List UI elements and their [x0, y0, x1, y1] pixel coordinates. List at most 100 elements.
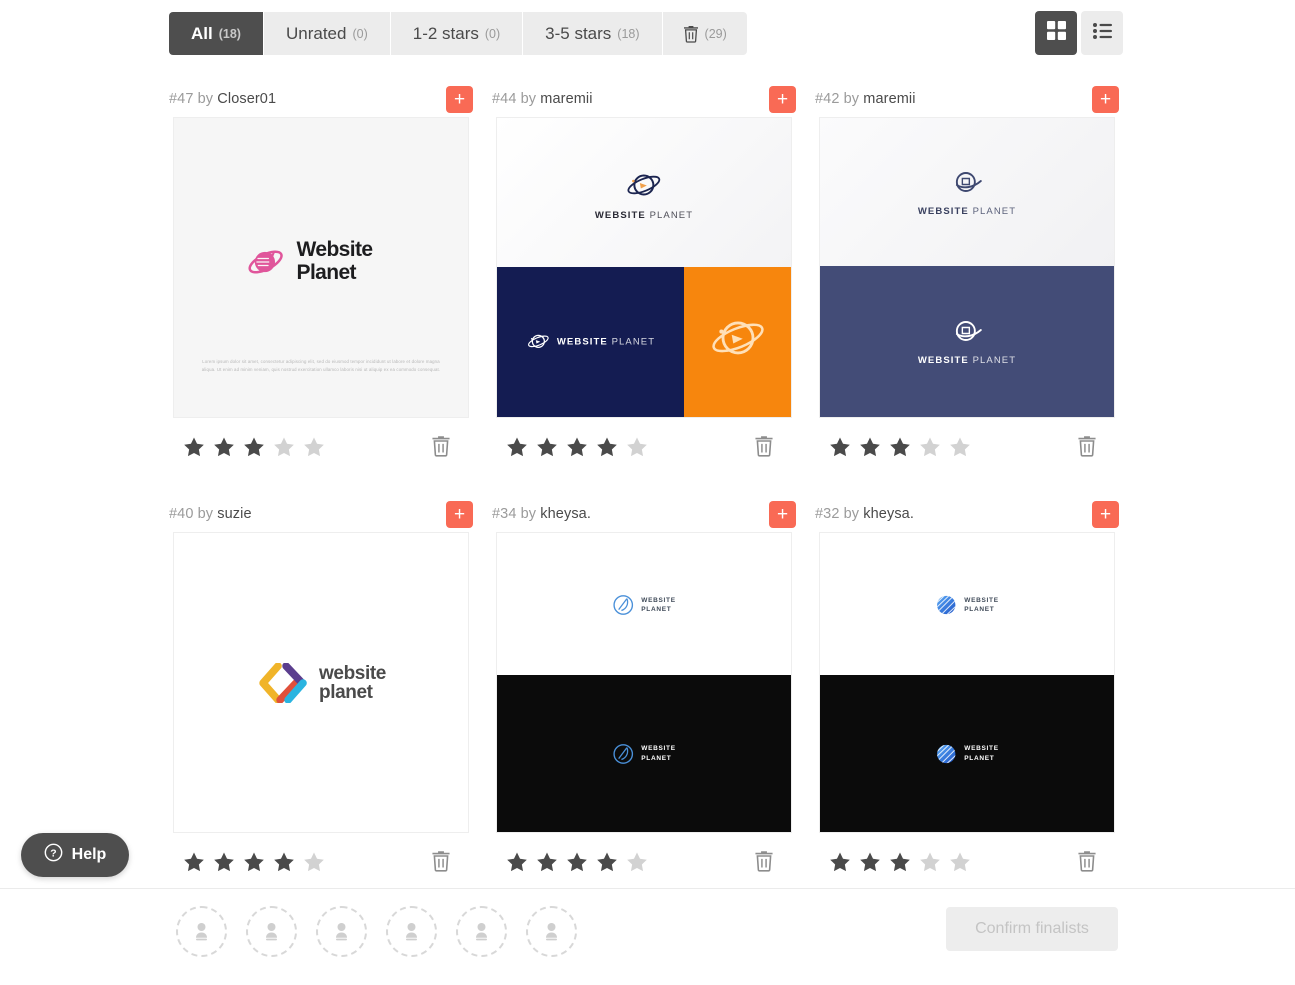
filter-tab-all[interactable]: All (18) [169, 12, 264, 55]
filled-sphere-icon [937, 595, 956, 615]
star-filled-icon[interactable] [829, 436, 851, 458]
design-card-header: #42 by maremii + [815, 81, 1119, 117]
design-thumbnail[interactable]: Website Planet Lorem ipsum dolor sit ame… [173, 117, 469, 418]
delete-design-button[interactable] [431, 435, 453, 459]
person-placeholder-icon [546, 923, 557, 941]
finalist-slot[interactable] [386, 906, 437, 957]
delete-design-button[interactable] [754, 435, 776, 459]
filter-tab-unrated[interactable]: Unrated (0) [263, 12, 391, 55]
design-logo-text-bold: WEBSITE [556, 336, 608, 348]
star-filled-icon[interactable] [889, 436, 911, 458]
star-filled-icon[interactable] [566, 436, 588, 458]
delete-design-button[interactable] [1077, 850, 1099, 874]
design-card-title: #42 by maremii [815, 91, 916, 107]
design-thumbnail[interactable]: WEBSITE PLANET WEBSITE PLANET [819, 117, 1115, 418]
star-filled-icon[interactable] [506, 436, 528, 458]
filter-tab-3-5-stars[interactable]: 3-5 stars (18) [523, 12, 663, 55]
add-to-finalists-button[interactable]: + [446, 85, 473, 113]
delete-design-button[interactable] [1077, 435, 1099, 459]
navy-band: WEBSITE PLANET [497, 267, 684, 417]
star-filled-icon[interactable] [566, 851, 588, 873]
design-id: #42 [815, 91, 840, 107]
design-thumbnail[interactable]: WEBSITE PLANET WEBSITE PLANET [496, 532, 792, 833]
design-artwork-outline-circle: WEBSITE PLANET WEBSITE PLANET [497, 533, 791, 832]
design-logo-text-bold: WEBSITE [594, 210, 646, 221]
rating-stars[interactable] [829, 436, 971, 458]
star-filled-icon[interactable] [829, 851, 851, 873]
finalist-slot[interactable] [176, 906, 227, 957]
design-logo-text-light: PLANET [972, 206, 1017, 217]
help-button-label: Help [71, 846, 107, 863]
finalist-slot[interactable] [526, 906, 577, 957]
designs-gallery-page: All (18) Unrated (0) 1-2 stars (0) 3-5 s… [0, 0, 1295, 985]
star-filled-icon[interactable] [536, 436, 558, 458]
rating-stars[interactable] [506, 851, 648, 873]
design-card-header: #44 by maremii + [492, 81, 796, 117]
star-filled-icon[interactable] [183, 436, 205, 458]
finalist-slot[interactable] [316, 906, 367, 957]
star-filled-icon[interactable] [183, 851, 205, 873]
design-artwork-navy-orange: WEBSITE PLANET WEBSITE PLANET [497, 118, 791, 417]
star-filled-icon[interactable] [596, 851, 618, 873]
star-empty-icon[interactable] [626, 851, 648, 873]
add-to-finalists-button[interactable]: + [769, 85, 796, 113]
rating-stars[interactable] [183, 436, 325, 458]
design-author: maremii [540, 91, 593, 107]
star-filled-icon[interactable] [273, 851, 295, 873]
design-thumbnail[interactable]: WEBSITE PLANET WEBSITE PLANET [819, 532, 1115, 833]
person-placeholder-icon [196, 923, 207, 941]
star-filled-icon[interactable] [243, 436, 265, 458]
design-card-footer [492, 418, 796, 476]
grid-view-button[interactable] [1035, 11, 1077, 55]
filter-tab-all-label: All [191, 23, 213, 43]
design-thumbnail[interactable]: website planet [173, 532, 469, 833]
star-filled-icon[interactable] [213, 436, 235, 458]
star-filled-icon[interactable] [536, 851, 558, 873]
delete-design-button[interactable] [431, 850, 453, 874]
by-label: by [197, 91, 214, 107]
filter-tab-1-2-stars-count: (0) [484, 26, 501, 41]
star-empty-icon[interactable] [273, 436, 295, 458]
design-card-footer [169, 418, 473, 476]
design-card-title: #32 by kheysa. [815, 506, 914, 522]
list-view-button[interactable] [1081, 11, 1123, 55]
star-filled-icon[interactable] [243, 851, 265, 873]
design-logo-text-light: PLANET [611, 336, 656, 348]
star-empty-icon[interactable] [949, 851, 971, 873]
add-to-finalists-button[interactable]: + [1092, 500, 1119, 528]
design-id: #40 [169, 506, 194, 522]
finalist-slot[interactable] [246, 906, 297, 957]
star-filled-icon[interactable] [889, 851, 911, 873]
star-filled-icon[interactable] [596, 436, 618, 458]
star-filled-icon[interactable] [859, 436, 881, 458]
star-empty-icon[interactable] [303, 851, 325, 873]
grid-view-icon [1046, 21, 1066, 45]
add-to-finalists-button[interactable]: + [1092, 85, 1119, 113]
rating-stars[interactable] [829, 851, 971, 873]
star-filled-icon[interactable] [213, 851, 235, 873]
design-card-title: #44 by maremii [492, 91, 593, 107]
orange-planet-icon [711, 321, 764, 355]
star-empty-icon[interactable] [303, 436, 325, 458]
add-to-finalists-button[interactable]: + [446, 500, 473, 528]
design-card-footer [492, 833, 796, 891]
finalist-slot[interactable] [456, 906, 507, 957]
help-button[interactable]: ? Help [21, 833, 129, 877]
filter-tab-1-2-stars[interactable]: 1-2 stars (0) [390, 12, 524, 55]
star-filled-icon[interactable] [506, 851, 528, 873]
rating-stars[interactable] [506, 436, 648, 458]
filter-tab-trash[interactable]: (29) [662, 12, 747, 55]
filter-tab-3-5-stars-label: 3-5 stars [545, 23, 612, 43]
star-empty-icon[interactable] [919, 851, 941, 873]
star-filled-icon[interactable] [859, 851, 881, 873]
delete-design-button[interactable] [754, 850, 776, 874]
star-empty-icon[interactable] [626, 436, 648, 458]
confirm-finalists-button[interactable]: Confirm finalists [946, 907, 1118, 951]
star-empty-icon[interactable] [949, 436, 971, 458]
star-empty-icon[interactable] [919, 436, 941, 458]
design-logo-line1: WEBSITE [641, 596, 676, 604]
rating-stars[interactable] [183, 851, 325, 873]
add-to-finalists-button[interactable]: + [769, 500, 796, 528]
design-logo-text-light: PLANET [649, 210, 694, 221]
design-thumbnail[interactable]: WEBSITE PLANET WEBSITE PLANET [496, 117, 792, 418]
